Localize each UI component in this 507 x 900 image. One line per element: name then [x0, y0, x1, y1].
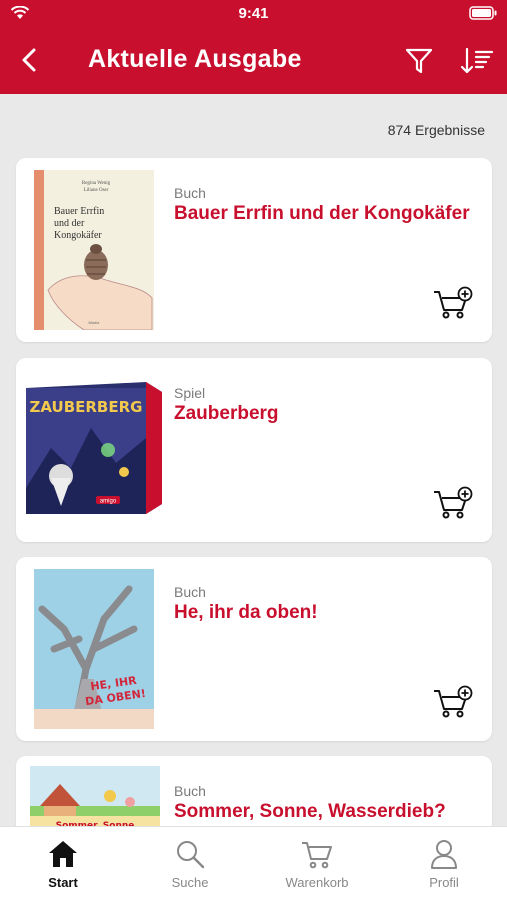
product-category: Buch [174, 783, 206, 799]
profile-icon [431, 840, 457, 869]
product-card[interactable]: ZAUBERBERG amigo Spiel Zauberberg [16, 358, 492, 542]
product-card[interactable]: HE, IHR DA OBEN! Buch He, ihr da oben! [16, 557, 492, 741]
tab-label: Profil [429, 875, 459, 890]
navigation-bar: Aktuelle Ausgabe [0, 36, 507, 84]
results-count: 874 Ergebnisse [387, 122, 485, 138]
product-card[interactable]: Regina Wenig Liliane Oser Bauer Errfin u… [16, 158, 492, 342]
page-title: Aktuelle Ausgabe [88, 45, 302, 73]
battery-icon [469, 6, 497, 20]
book-cover-image: HE, IHR DA OBEN! [34, 569, 154, 729]
tab-label: Suche [171, 875, 209, 890]
home-icon [49, 841, 77, 867]
app-header: 9:41 Aktuelle Ausgabe [0, 0, 507, 94]
back-arrow-icon[interactable] [16, 46, 44, 74]
svg-text:und der: und der [54, 218, 85, 229]
search-icon [177, 841, 205, 869]
book-cover-image: Regina Wenig Liliane Oser Bauer Errfin u… [34, 170, 154, 330]
svg-text:Kongokäfer: Kongokäfer [54, 230, 102, 241]
product-title[interactable]: He, ihr da oben! [174, 602, 484, 624]
tab-warenkorb[interactable]: Warenkorb [254, 827, 380, 900]
svg-text:Bauer Errfin: Bauer Errfin [54, 206, 104, 217]
cart-icon [302, 842, 332, 869]
add-to-cart-icon[interactable] [432, 486, 474, 520]
product-title[interactable]: Sommer, Sonne, Wasserdieb? [174, 801, 484, 823]
tab-label: Start [48, 875, 78, 890]
cover-publisher: Moritz [89, 320, 100, 325]
tab-label: Warenkorb [285, 875, 349, 890]
tab-start[interactable]: Start [0, 827, 126, 900]
product-category: Buch [174, 185, 206, 201]
game-box-image: ZAUBERBERG amigo [26, 382, 162, 514]
status-bar: 9:41 [0, 0, 507, 28]
product-title[interactable]: Zauberberg [174, 403, 484, 425]
product-category: Buch [174, 584, 206, 600]
add-to-cart-icon[interactable] [432, 286, 474, 320]
product-title[interactable]: Bauer Errfin und der Kongokäfer [174, 203, 484, 225]
cover-author: Regina Wenig [82, 181, 111, 186]
cover-illustrator: Liliane Oser [84, 188, 109, 193]
product-category: Spiel [174, 385, 206, 401]
add-to-cart-icon[interactable] [432, 685, 474, 719]
cover-title: ZAUBERBERG [30, 398, 143, 416]
tab-bar: Start Suche Warenkorb Profil [0, 826, 507, 900]
cover-brand: amigo [100, 499, 117, 505]
tab-profil[interactable]: Profil [381, 827, 507, 900]
sort-icon[interactable] [460, 46, 494, 76]
tab-suche[interactable]: Suche [127, 827, 253, 900]
status-time: 9:41 [238, 5, 269, 22]
filter-icon[interactable] [404, 46, 434, 76]
